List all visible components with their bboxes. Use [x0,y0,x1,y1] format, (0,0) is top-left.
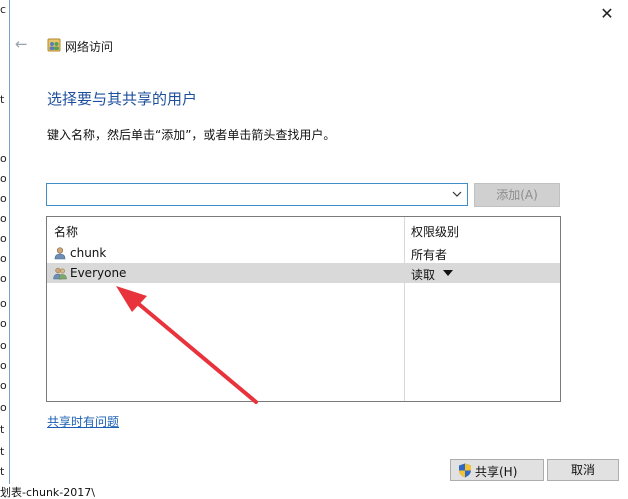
back-button[interactable]: ← [15,36,31,52]
back-arrow-icon: ← [15,35,28,53]
user-name-input[interactable] [49,186,444,202]
dropdown-triangle-icon[interactable] [443,270,453,276]
table-row-selected[interactable]: Everyone 读取 [47,263,560,283]
close-button[interactable]: ✕ [598,5,616,23]
column-header-name[interactable]: 名称 [54,223,78,240]
sharing-trouble-link[interactable]: 共享时有问题 [47,413,119,430]
background-window-text: 划表-chunk-2017\ [0,484,130,499]
user-name: chunk [70,246,107,260]
network-share-icon [47,38,61,52]
close-icon: ✕ [600,4,614,23]
cancel-button[interactable]: 取消 [547,459,619,481]
group-icon [53,267,67,280]
permission-dropdown[interactable]: 读取 [411,266,435,283]
user-permission-list: 名称 权限级别 chunk 所有者 Everyone 读取 [46,216,561,402]
uac-shield-icon [459,463,471,478]
window-title: 网络访问 [65,40,114,54]
column-header-permission[interactable]: 权限级别 [411,223,459,240]
network-access-dialog: ✕ ← 网络访问 选择要与其共享的用户 键入名称，然后单击“添加”，或者单击箭头… [9,0,628,484]
share-button[interactable]: 共享(H) [450,459,544,481]
permission-level: 所有者 [411,248,448,262]
instruction-text: 键入名称，然后单击“添加”，或者单击箭头查找用户。 [47,128,336,142]
add-button[interactable]: 添加(A) [474,183,560,207]
share-button-label: 共享(H) [475,465,518,479]
chevron-down-icon[interactable] [450,187,464,202]
user-icon [54,247,66,260]
user-name-combobox[interactable] [46,183,468,206]
table-row[interactable]: chunk 所有者 [47,243,560,263]
dialog-heading: 选择要与其共享的用户 [47,90,198,108]
user-name: Everyone [70,266,127,280]
